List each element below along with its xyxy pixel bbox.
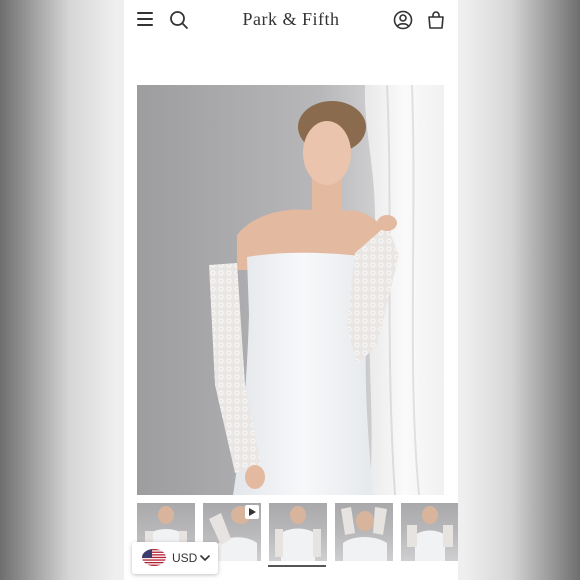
thumbnail-4[interactable] bbox=[335, 503, 393, 561]
shopping-bag-icon[interactable] bbox=[426, 10, 446, 30]
product-main-image[interactable] bbox=[137, 85, 444, 495]
phone-screen: Park & Fifth bbox=[124, 0, 458, 580]
us-flag-icon bbox=[142, 549, 166, 566]
bride-photo bbox=[209, 85, 444, 495]
play-icon[interactable] bbox=[245, 505, 259, 519]
brand-logo[interactable]: Park & Fifth bbox=[204, 9, 378, 30]
currency-label: USD bbox=[172, 551, 198, 565]
site-header: Park & Fifth bbox=[124, 0, 458, 40]
thumbnail-photo bbox=[275, 506, 321, 561]
chevron-down-icon bbox=[200, 555, 210, 561]
currency-selector[interactable]: USD bbox=[132, 542, 218, 574]
thumbnail-3-active[interactable] bbox=[269, 503, 327, 561]
thumbnail-photo bbox=[407, 506, 453, 561]
thumbnail-photo bbox=[341, 507, 387, 561]
thumbnail-5[interactable] bbox=[401, 503, 458, 561]
menu-icon[interactable] bbox=[137, 12, 153, 26]
account-icon[interactable] bbox=[393, 10, 413, 30]
search-icon[interactable] bbox=[169, 10, 189, 30]
active-thumbnail-indicator bbox=[268, 565, 326, 567]
